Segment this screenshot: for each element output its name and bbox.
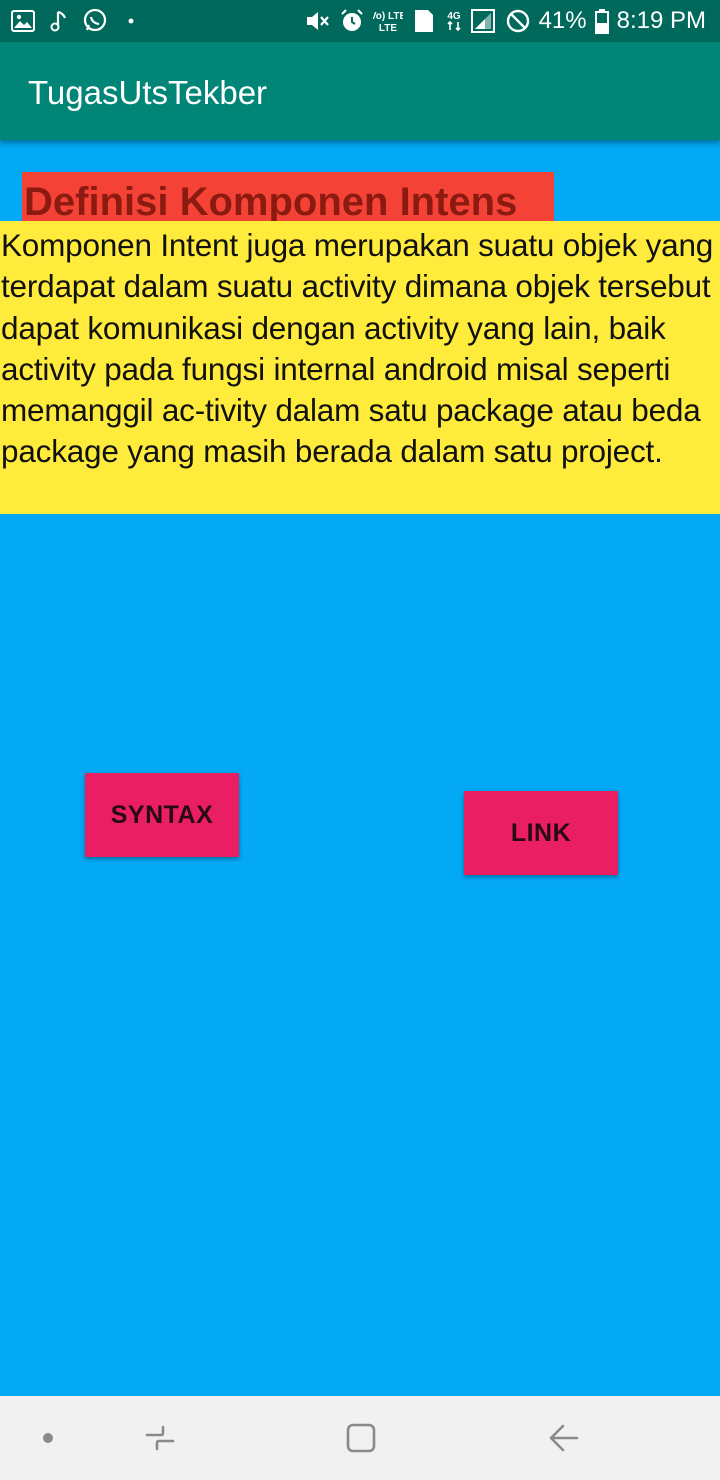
signal-icon (470, 8, 497, 34)
back-icon[interactable] (524, 1396, 604, 1480)
description-text: Komponen Intent juga merupakan suatu obj… (1, 227, 714, 470)
volte-label: Vo) LTE (373, 11, 403, 22)
network-type-icon: 4G (445, 8, 463, 34)
gallery-icon (10, 8, 36, 34)
alarm-icon (339, 8, 365, 34)
syntax-button[interactable]: SYNTAX (85, 773, 239, 857)
home-icon[interactable] (321, 1396, 401, 1480)
heading-box: Definisi Komponen Intens (22, 172, 554, 224)
whatsapp-icon (82, 8, 108, 34)
status-bar-left (10, 8, 144, 34)
no-disturb-icon (505, 8, 531, 34)
sim-icon (411, 8, 437, 34)
network-label: 4G (447, 11, 461, 22)
mute-icon (305, 8, 331, 34)
status-time: 8:19 PM (616, 7, 706, 34)
paragraph-box: Komponen Intent juga merupakan suatu obj… (0, 221, 720, 514)
music-note-icon (46, 8, 72, 34)
battery-icon (594, 8, 609, 34)
nav-dot-icon[interactable] (8, 1396, 88, 1480)
nav-bar (0, 1396, 720, 1480)
status-bar-right: Vo) LTE LTE 4G (305, 7, 706, 35)
app-bar: TugasUtsTekber (0, 42, 720, 140)
svg-text:LTE: LTE (378, 23, 396, 34)
link-button[interactable]: LINK (464, 791, 618, 875)
volte-icon: Vo) LTE LTE (373, 8, 403, 34)
dot-icon (118, 8, 144, 34)
page-heading: Definisi Komponen Intens (24, 180, 518, 224)
recent-apps-icon[interactable] (120, 1396, 200, 1480)
app-title: TugasUtsTekber (28, 74, 268, 111)
status-bar: Vo) LTE LTE 4G (0, 0, 720, 42)
battery-percent: 41% (538, 7, 587, 34)
